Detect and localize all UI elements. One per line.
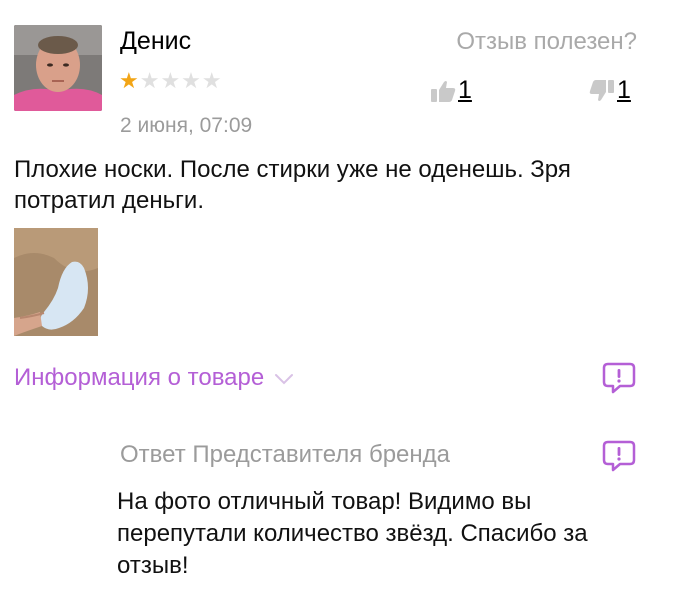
brand-reply-text: На фото отличный товар! Видимо вы перепу… bbox=[117, 488, 588, 579]
review-text: Плохие носки. После стирки уже не оденеш… bbox=[14, 156, 571, 214]
like-count: 1 bbox=[458, 76, 472, 104]
thumbs-down-icon bbox=[589, 80, 614, 101]
dislike-button[interactable]: 1 bbox=[589, 78, 631, 103]
thumbs-up-icon bbox=[431, 81, 456, 102]
helpful-label: Отзыв полезен? bbox=[456, 28, 637, 55]
brand-reply-title: Ответ Представителя бренда bbox=[120, 441, 450, 468]
avatar-photo bbox=[14, 25, 102, 111]
star-empty-icons: ★★★★ bbox=[139, 68, 223, 93]
rating-stars: ★★★★★ bbox=[119, 70, 223, 92]
author-name: Денис bbox=[120, 27, 192, 55]
report-reply-button[interactable] bbox=[602, 440, 636, 472]
like-button[interactable]: 1 bbox=[430, 78, 472, 103]
chevron-down-icon bbox=[275, 374, 294, 385]
report-icon bbox=[602, 362, 636, 394]
report-review-button[interactable] bbox=[602, 362, 636, 394]
avatar bbox=[14, 25, 102, 111]
star-filled-icon: ★ bbox=[119, 68, 140, 93]
dislike-count: 1 bbox=[617, 76, 631, 104]
report-icon bbox=[602, 440, 636, 472]
review-photo[interactable] bbox=[14, 228, 98, 336]
sock-photo-thumbnail bbox=[14, 228, 98, 336]
product-info-label: Информация о товаре bbox=[14, 364, 265, 391]
product-info-link[interactable]: Информация о товаре bbox=[14, 364, 294, 392]
review-date: 2 июня, 07:09 bbox=[120, 114, 253, 137]
